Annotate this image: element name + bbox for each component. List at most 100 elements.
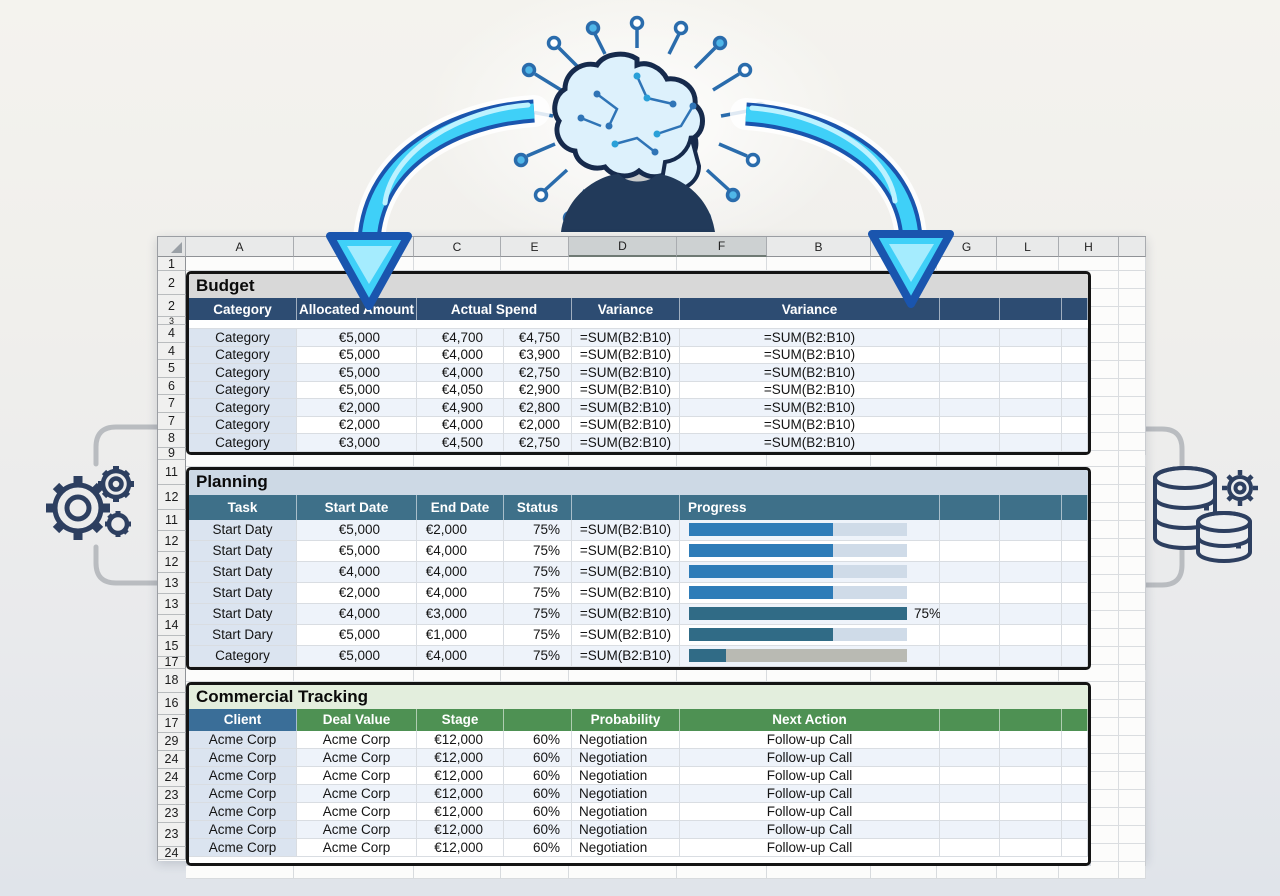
cell[interactable]: €3,000 bbox=[417, 604, 504, 625]
grid-cell[interactable] bbox=[1119, 455, 1146, 467]
cell[interactable] bbox=[1062, 434, 1088, 452]
cell[interactable]: €2,000 bbox=[417, 520, 504, 541]
cell[interactable]: =SUM(B2:B10) bbox=[680, 364, 940, 382]
cell[interactable] bbox=[940, 364, 1000, 382]
column-header-cell[interactable]: Start Date bbox=[297, 495, 417, 520]
row-header[interactable]: 12 bbox=[158, 531, 186, 552]
cell[interactable]: €4,000 bbox=[417, 541, 504, 562]
cell[interactable]: Follow-up Call bbox=[680, 803, 940, 821]
row-header[interactable]: 12 bbox=[158, 485, 186, 510]
cell[interactable]: Negotiation bbox=[572, 785, 680, 803]
cell[interactable]: =SUM(B2:B10) bbox=[680, 417, 940, 435]
cell[interactable]: €5,000 bbox=[297, 347, 417, 365]
cell[interactable] bbox=[680, 583, 940, 604]
column-header-cell[interactable]: Category bbox=[189, 298, 297, 320]
cell[interactable] bbox=[680, 520, 940, 541]
cell[interactable]: €5,000 bbox=[297, 520, 417, 541]
select-all-corner[interactable] bbox=[158, 237, 186, 257]
cell[interactable]: Category bbox=[189, 434, 297, 452]
cell[interactable]: Follow-up Call bbox=[680, 749, 940, 767]
cell[interactable]: Acme Corp bbox=[297, 803, 417, 821]
grid-cell[interactable] bbox=[569, 670, 677, 682]
grid-cell[interactable] bbox=[294, 257, 414, 271]
column-header[interactable]: C bbox=[414, 237, 501, 257]
cell[interactable] bbox=[1062, 731, 1088, 749]
cell[interactable] bbox=[1062, 839, 1088, 857]
grid-cell[interactable] bbox=[294, 866, 414, 879]
cell[interactable] bbox=[1062, 646, 1088, 667]
cell[interactable] bbox=[1000, 329, 1062, 347]
row-header[interactable]: 18 bbox=[158, 669, 186, 693]
row-header[interactable]: 6 bbox=[158, 378, 186, 396]
row-header[interactable]: 23 bbox=[158, 805, 186, 823]
column-header[interactable]: B bbox=[767, 237, 871, 257]
cell[interactable]: =SUM(B2:B10) bbox=[572, 364, 680, 382]
cell[interactable] bbox=[1062, 417, 1088, 435]
cell[interactable] bbox=[940, 417, 1000, 435]
column-header-cell[interactable]: Status bbox=[504, 495, 572, 520]
cell[interactable] bbox=[1000, 625, 1062, 646]
column-header-cell[interactable]: Client bbox=[189, 709, 297, 731]
cell[interactable]: =SUM(B2:B10) bbox=[572, 562, 680, 583]
cell[interactable]: Category bbox=[189, 417, 297, 435]
cell[interactable]: Start Daty bbox=[189, 541, 297, 562]
row-header[interactable]: 4 bbox=[158, 325, 186, 343]
row-header[interactable]: 3 bbox=[158, 317, 186, 325]
cell[interactable]: 75% bbox=[504, 541, 572, 562]
cell[interactable]: 60% bbox=[504, 749, 572, 767]
cell[interactable]: €5,000 bbox=[297, 625, 417, 646]
grid-cell[interactable] bbox=[997, 257, 1059, 271]
cell[interactable] bbox=[1000, 347, 1062, 365]
column-header-cell[interactable]: Task bbox=[189, 495, 297, 520]
grid-cell[interactable] bbox=[937, 866, 997, 879]
cell[interactable] bbox=[940, 520, 1000, 541]
cell[interactable]: Negotiation bbox=[572, 767, 680, 785]
row-header[interactable]: 7 bbox=[158, 395, 186, 413]
cell[interactable]: €4,050 bbox=[417, 382, 504, 400]
cell[interactable]: €4,900 bbox=[417, 399, 504, 417]
cell[interactable]: €2,800 bbox=[504, 399, 572, 417]
cell[interactable]: €2,000 bbox=[504, 417, 572, 435]
column-header-cell[interactable]: Progress bbox=[680, 495, 940, 520]
cell[interactable]: Follow-up Call bbox=[680, 839, 940, 857]
cell[interactable] bbox=[940, 731, 1000, 749]
grid-cell[interactable] bbox=[871, 670, 937, 682]
row-header[interactable]: 13 bbox=[158, 594, 186, 615]
cell[interactable]: Follow-up Call bbox=[680, 731, 940, 749]
cell[interactable]: €5,000 bbox=[297, 329, 417, 347]
cell[interactable]: Category bbox=[189, 329, 297, 347]
grid-cell[interactable] bbox=[871, 257, 937, 271]
cell[interactable] bbox=[940, 604, 1000, 625]
cell[interactable]: Category bbox=[189, 399, 297, 417]
cell[interactable] bbox=[1062, 625, 1088, 646]
cell[interactable] bbox=[940, 434, 1000, 452]
cell[interactable]: €5,000 bbox=[297, 646, 417, 667]
cell[interactable] bbox=[1000, 417, 1062, 435]
grid-cell[interactable] bbox=[997, 866, 1059, 879]
cell[interactable] bbox=[1062, 749, 1088, 767]
grid-cell[interactable] bbox=[767, 866, 871, 879]
cell[interactable]: €4,700 bbox=[417, 329, 504, 347]
cell[interactable]: Start Daty bbox=[189, 604, 297, 625]
column-header-cell[interactable] bbox=[1062, 495, 1088, 520]
cell[interactable] bbox=[1062, 347, 1088, 365]
row-header[interactable]: 23 bbox=[158, 787, 186, 805]
row-header[interactable]: 13 bbox=[158, 573, 186, 594]
cell[interactable]: Negotiation bbox=[572, 821, 680, 839]
cell[interactable] bbox=[1062, 767, 1088, 785]
cell[interactable]: =SUM(B2:B10) bbox=[572, 541, 680, 562]
cell[interactable]: =SUM(B2:B10) bbox=[680, 382, 940, 400]
cell[interactable]: 75% bbox=[504, 562, 572, 583]
column-header-cell[interactable] bbox=[1000, 709, 1062, 731]
row-header[interactable]: 17 bbox=[158, 657, 186, 669]
column-header-cell[interactable] bbox=[1000, 298, 1062, 320]
cell[interactable] bbox=[1000, 520, 1062, 541]
cell[interactable]: Acme Corp bbox=[189, 785, 297, 803]
column-header-cell[interactable] bbox=[1062, 709, 1088, 731]
cell[interactable]: =SUM(B2:B10) bbox=[572, 520, 680, 541]
grid-cell[interactable] bbox=[871, 455, 937, 467]
column-header[interactable] bbox=[871, 237, 937, 257]
cell[interactable] bbox=[1000, 434, 1062, 452]
cell[interactable] bbox=[1000, 839, 1062, 857]
grid-cell[interactable] bbox=[937, 455, 997, 467]
